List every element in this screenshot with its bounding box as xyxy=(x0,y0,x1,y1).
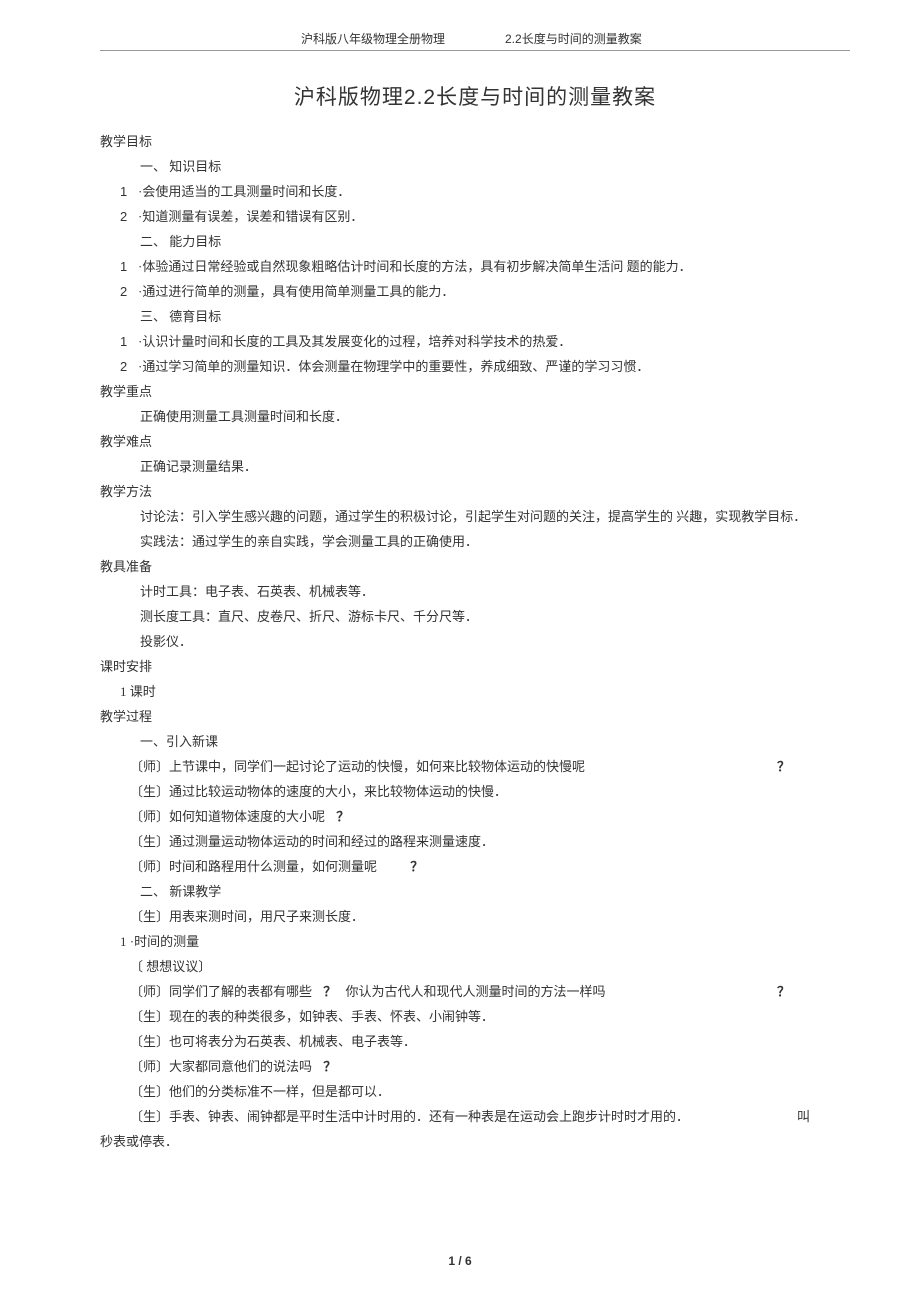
section-tools: 教具准备 xyxy=(100,556,850,575)
dialogue-text: 〔师〕时间和路程用什么测量，如何测量呢 xyxy=(130,859,377,874)
goal-text: ·通过进行简单的测量，具有使用简单测量工具的能力． xyxy=(138,284,454,299)
header-num: 2.2 xyxy=(505,32,522,46)
goal-knowledge: 一、 知识目标 xyxy=(140,156,850,175)
dialogue-text: 〔师〕如何知道物体速度的大小呢 xyxy=(130,809,325,824)
dialogue-line: 〔师〕大家都同意他们的说法吗 ？ xyxy=(130,1056,850,1075)
goal-text: ·通过学习简单的测量知识．体会测量在物理学中的重要性，养成细致、严谨的学习习惯． xyxy=(138,359,649,374)
section-process: 教学过程 xyxy=(100,706,850,725)
section-focus: 教学重点 xyxy=(100,381,850,400)
think-discuss: 〔 想想议议〕 xyxy=(130,956,850,975)
title-prefix: 沪科版物理 xyxy=(294,85,404,109)
dialogue-text: 〔生〕手表、钟表、闹钟都是平时生活中计时用的．还有一种表是在运动会上跑步计时时才… xyxy=(130,1109,689,1124)
dialogue-line: 〔生〕也可将表分为石英表、机械表、电子表等． xyxy=(130,1031,850,1050)
dialogue-line: 〔师〕如何知道物体速度的大小呢 ？ xyxy=(130,806,850,825)
question-mark-icon: ？ xyxy=(777,981,790,1000)
title-suffix: 长度与时间的测量教案 xyxy=(436,85,656,109)
goal-moral: 三、 德育目标 xyxy=(140,306,850,325)
goal-item: 2·知道测量有误差，误差和错误有区别． xyxy=(120,206,850,225)
question-mark-icon: ？ xyxy=(323,984,336,999)
question-mark-icon: ？ xyxy=(336,809,349,824)
goal-item: 1·认识计量时间和长度的工具及其发展变化的过程，培养对科学技术的热爱． xyxy=(120,331,850,350)
dialogue-line: 〔生〕手表、钟表、闹钟都是平时生活中计时用的．还有一种表是在运动会上跑步计时时才… xyxy=(130,1106,850,1125)
goal-text: ·会使用适当的工具测量时间和长度． xyxy=(138,184,350,199)
dialogue-line: 〔生〕现在的表的种类很多，如钟表、手表、怀表、小闹钟等． xyxy=(130,1006,850,1025)
dialogue-text: 〔师〕大家都同意他们的说法吗 xyxy=(130,1059,312,1074)
section-goal: 教学目标 xyxy=(100,131,850,150)
process-new: 二、 新课教学 xyxy=(140,881,850,900)
goal-item: 1·体验通过日常经验或自然现象粗略估计时间和长度的方法，具有初步解决简单生活问 … xyxy=(120,256,850,275)
topic-time-measure: 1 ·时间的测量 xyxy=(120,931,850,950)
dialogue-text: 〔师〕同学们了解的表都有哪些 xyxy=(130,984,312,999)
question-mark-icon: ？ xyxy=(777,756,790,775)
page-title: 沪科版物理2.2长度与时间的测量教案 xyxy=(100,81,850,111)
method-text: 讨论法：引入学生感兴趣的问题，通过学生的积极讨论，引起学生对问题的关注，提高学生… xyxy=(140,506,850,525)
tools-text: 测长度工具：直尺、皮卷尺、折尺、游标卡尺、千分尺等． xyxy=(140,606,850,625)
schedule-text: 1 课时 xyxy=(120,681,850,700)
dialogue-line: 〔师〕上节课中，同学们一起讨论了运动的快慢，如何来比较物体运动的快慢呢 ？ xyxy=(130,756,850,775)
goal-text: ·知道测量有误差，误差和错误有区别． xyxy=(138,209,363,224)
dialogue-line: 〔生〕通过比较运动物体的速度的大小，来比较物体运动的快慢． xyxy=(130,781,850,800)
page-number: 1 / 6 xyxy=(448,1254,471,1268)
process-intro: 一、引入新课 xyxy=(140,731,850,750)
dialogue-line: 〔生〕通过测量运动物体运动的时间和经过的路程来测量速度． xyxy=(130,831,850,850)
goal-item: 2·通过学习简单的测量知识．体会测量在物理学中的重要性，养成细致、严谨的学习习惯… xyxy=(120,356,850,375)
header-right: 2.2长度与时间的测量教案 xyxy=(495,30,850,47)
focus-text: 正确使用测量工具测量时间和长度． xyxy=(140,406,850,425)
goal-item: 2·通过进行简单的测量，具有使用简单测量工具的能力． xyxy=(120,281,850,300)
goal-ability: 二、 能力目标 xyxy=(140,231,850,250)
dialogue-text: 你认为古代人和现代人测量时间的方法一样吗 xyxy=(346,984,606,999)
title-num: 2.2 xyxy=(404,86,436,109)
section-schedule: 课时安排 xyxy=(100,656,850,675)
question-mark-icon: ？ xyxy=(410,859,423,874)
goal-text: ·体验通过日常经验或自然现象粗略估计时间和长度的方法，具有初步解决简单生活问 题… xyxy=(138,259,692,274)
difficulty-text: 正确记录测量结果． xyxy=(140,456,850,475)
question-mark-icon: ？ xyxy=(323,1059,336,1074)
goal-item: 1·会使用适当的工具测量时间和长度． xyxy=(120,181,850,200)
dialogue-continuation: 秒表或停表． xyxy=(100,1131,850,1150)
goal-text: ·认识计量时间和长度的工具及其发展变化的过程，培养对科学技术的热爱． xyxy=(138,334,571,349)
dialogue-line: 〔师〕时间和路程用什么测量，如何测量呢 ？ xyxy=(130,856,850,875)
tools-text: 投影仪． xyxy=(140,631,850,650)
header-text: 长度与时间的测量教案 xyxy=(522,32,642,46)
header-left: 沪科版八年级物理全册物理 xyxy=(100,30,495,47)
section-difficulty: 教学难点 xyxy=(100,431,850,450)
dialogue-line: 〔生〕用表来测时间，用尺子来测长度． xyxy=(130,906,850,925)
section-method: 教学方法 xyxy=(100,481,850,500)
dialogue-line: 〔师〕同学们了解的表都有哪些 ？ 你认为古代人和现代人测量时间的方法一样吗 ？ xyxy=(130,981,850,1000)
tools-text: 计时工具：电子表、石英表、机械表等． xyxy=(140,581,850,600)
dialogue-tail: 叫 xyxy=(797,1106,810,1125)
dialogue-line: 〔生〕他们的分类标准不一样，但是都可以． xyxy=(130,1081,850,1100)
dialogue-text: 〔师〕上节课中，同学们一起讨论了运动的快慢，如何来比较物体运动的快慢呢 xyxy=(130,759,585,774)
method-text: 实践法：通过学生的亲自实践，学会测量工具的正确使用． xyxy=(140,531,850,550)
